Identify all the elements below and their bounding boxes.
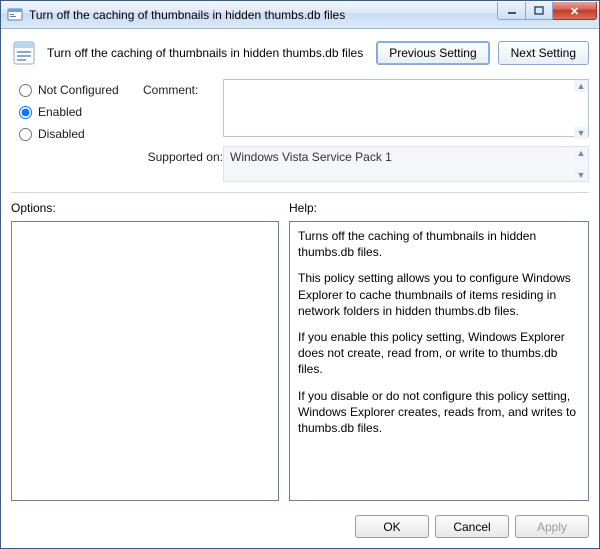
config-area: Not Configured Enabled Disabled Comment:… — [11, 79, 589, 182]
previous-setting-button[interactable]: Previous Setting — [376, 41, 489, 65]
cancel-button[interactable]: Cancel — [435, 515, 509, 538]
app-icon — [7, 7, 23, 23]
radio-label: Enabled — [38, 105, 82, 119]
apply-button[interactable]: Apply — [515, 515, 589, 538]
options-label: Options: — [11, 201, 279, 215]
help-label: Help: — [289, 201, 589, 215]
panel-labels: Options: Help: — [11, 201, 589, 215]
comment-scroll[interactable]: ▲ ▼ — [574, 80, 588, 139]
window-title: Turn off the caching of thumbnails in hi… — [29, 8, 497, 22]
help-text: If you enable this policy setting, Windo… — [298, 329, 580, 378]
scroll-up-icon[interactable]: ▲ — [574, 80, 588, 92]
ok-button[interactable]: OK — [355, 515, 429, 538]
scroll-down-icon[interactable]: ▼ — [574, 127, 588, 139]
supported-label: Supported on: — [143, 146, 223, 164]
options-panel[interactable] — [11, 221, 279, 501]
supported-scroll: ▲ ▼ — [574, 147, 588, 181]
close-button[interactable] — [553, 2, 597, 20]
help-text: If you disable or do not configure this … — [298, 388, 580, 437]
next-setting-button[interactable]: Next Setting — [498, 41, 589, 65]
radio-disabled-input[interactable] — [19, 128, 32, 141]
policy-title: Turn off the caching of thumbnails in hi… — [47, 46, 368, 60]
help-panel[interactable]: Turns off the caching of thumbnails in h… — [289, 221, 589, 501]
radio-label: Disabled — [38, 127, 85, 141]
comment-textarea[interactable] — [223, 79, 589, 137]
title-bar: Turn off the caching of thumbnails in hi… — [1, 1, 599, 29]
header-row: Turn off the caching of thumbnails in hi… — [11, 37, 589, 73]
dialog-body: Turn off the caching of thumbnails in hi… — [1, 29, 599, 548]
help-text: Turns off the caching of thumbnails in h… — [298, 228, 580, 260]
footer-buttons: OK Cancel Apply — [11, 507, 589, 538]
radio-enabled-input[interactable] — [19, 106, 32, 119]
radio-label: Not Configured — [38, 83, 119, 97]
radio-not-configured-input[interactable] — [19, 84, 32, 97]
radio-not-configured[interactable]: Not Configured — [19, 83, 131, 97]
minimize-button[interactable] — [497, 2, 525, 20]
supported-box: Windows Vista Service Pack 1 ▲ ▼ — [223, 146, 589, 182]
policy-icon — [11, 39, 39, 67]
fields-grid: Comment: ▲ ▼ Supported on: Windows Vista… — [143, 79, 589, 182]
state-radios: Not Configured Enabled Disabled — [11, 79, 131, 182]
window-controls — [497, 2, 597, 22]
help-text: This policy setting allows you to config… — [298, 270, 580, 319]
scroll-up-icon: ▲ — [574, 147, 588, 159]
scroll-down-icon: ▼ — [574, 169, 588, 181]
maximize-button[interactable] — [525, 2, 553, 20]
dialog-window: Turn off the caching of thumbnails in hi… — [0, 0, 600, 549]
radio-enabled[interactable]: Enabled — [19, 105, 131, 119]
supported-value: Windows Vista Service Pack 1 — [223, 146, 589, 182]
comment-box: ▲ ▼ — [223, 79, 589, 140]
divider — [11, 192, 589, 193]
panels: Turns off the caching of thumbnails in h… — [11, 221, 589, 501]
comment-label: Comment: — [143, 79, 223, 97]
radio-disabled[interactable]: Disabled — [19, 127, 131, 141]
